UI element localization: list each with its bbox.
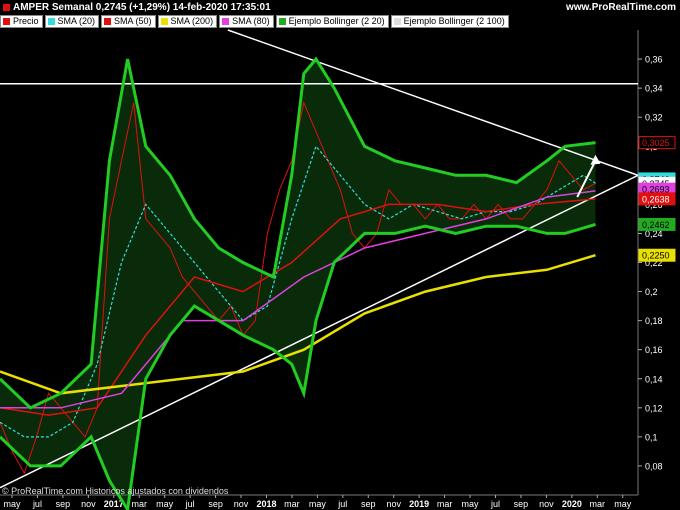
legend-item-sma20[interactable]: SMA (20)	[44, 15, 100, 28]
price-label-text: 0,2462	[642, 220, 670, 230]
legend-swatch	[278, 18, 286, 25]
x-tick-label: nov	[386, 499, 401, 509]
y-tick-label: 0,16	[645, 345, 663, 355]
chart-title: AMPER Semanal 0,2745 (+1,29%) 14-feb-202…	[13, 2, 271, 13]
x-tick-label: may	[156, 499, 174, 509]
legend-swatch	[222, 18, 230, 25]
y-tick-label: 0,08	[645, 461, 663, 471]
price-chart: 0,360,340,320,30,280,260,240,220,20,180,…	[0, 29, 676, 510]
x-tick-label: sep	[514, 499, 529, 509]
x-tick-label: 2019	[409, 499, 429, 509]
legend-swatch	[47, 18, 55, 25]
legend-label: SMA (80)	[232, 16, 270, 26]
chart-header: AMPER Semanal 0,2745 (+1,29%) 14-feb-202…	[0, 0, 680, 15]
x-tick-label: nov	[81, 499, 96, 509]
y-tick-label: 0,2	[645, 287, 658, 297]
x-tick-label: may	[309, 499, 327, 509]
legend-label: SMA (20)	[57, 16, 96, 26]
legend: Precio SMA (20) SMA (50) SMA (200) SMA (…	[0, 15, 511, 29]
x-tick-label: nov	[539, 499, 554, 509]
x-tick-label: mar	[590, 499, 606, 509]
x-tick-label: sep	[208, 499, 223, 509]
legend-label: Ejemplo Bollinger (2 100)	[403, 16, 505, 26]
legend-label: Ejemplo Bollinger (2 20)	[288, 16, 385, 26]
price-label-text: 0,3025	[642, 138, 670, 148]
legend-label: SMA (200)	[170, 16, 214, 26]
x-tick-label: mar	[284, 499, 300, 509]
y-tick-label: 0,18	[645, 316, 663, 326]
legend-label: SMA (50)	[114, 16, 152, 26]
legend-item-sma200[interactable]: SMA (200)	[157, 15, 218, 28]
x-tick-label: sep	[361, 499, 376, 509]
x-tick-label: may	[3, 499, 21, 509]
site-link[interactable]: www.ProRealTime.com	[566, 2, 676, 13]
y-tick-label: 0,12	[645, 403, 663, 413]
x-tick-label: 2020	[562, 499, 582, 509]
x-tick-label: jul	[490, 499, 500, 509]
legend-item-precio[interactable]: Precio	[0, 15, 43, 28]
legend-swatch	[393, 18, 401, 25]
y-tick-label: 0,36	[645, 55, 663, 65]
legend-item-bollinger-20[interactable]: Ejemplo Bollinger (2 20)	[275, 15, 389, 28]
legend-swatch	[104, 18, 112, 25]
x-tick-label: mar	[437, 499, 453, 509]
y-tick-label: 0,32	[645, 113, 663, 123]
legend-label: Precio	[13, 16, 39, 26]
y-tick-label: 0,34	[645, 84, 663, 94]
x-tick-label: mar	[131, 499, 147, 509]
price-label-text: 0,2638	[642, 194, 670, 204]
x-tick-label: 2018	[256, 499, 276, 509]
legend-item-sma80[interactable]: SMA (80)	[219, 15, 274, 28]
x-tick-label: jul	[32, 499, 42, 509]
footer-note: © ProRealTime.com Historicos ajustados c…	[2, 486, 229, 496]
x-tick-label: nov	[234, 499, 249, 509]
x-tick-label: jul	[337, 499, 347, 509]
x-tick-label: sep	[56, 499, 71, 509]
y-tick-label: 0,1	[645, 432, 658, 442]
x-tick-label: may	[614, 499, 632, 509]
legend-item-sma50[interactable]: SMA (50)	[101, 15, 156, 28]
price-label-text: 0,2250	[642, 251, 670, 261]
legend-item-bollinger-100[interactable]: Ejemplo Bollinger (2 100)	[390, 15, 509, 28]
legend-swatch	[160, 18, 168, 25]
y-tick-label: 0,14	[645, 374, 663, 384]
price-color-icon	[3, 4, 10, 11]
x-tick-label: may	[462, 499, 480, 509]
x-tick-label: jul	[185, 499, 195, 509]
legend-swatch	[3, 18, 10, 25]
